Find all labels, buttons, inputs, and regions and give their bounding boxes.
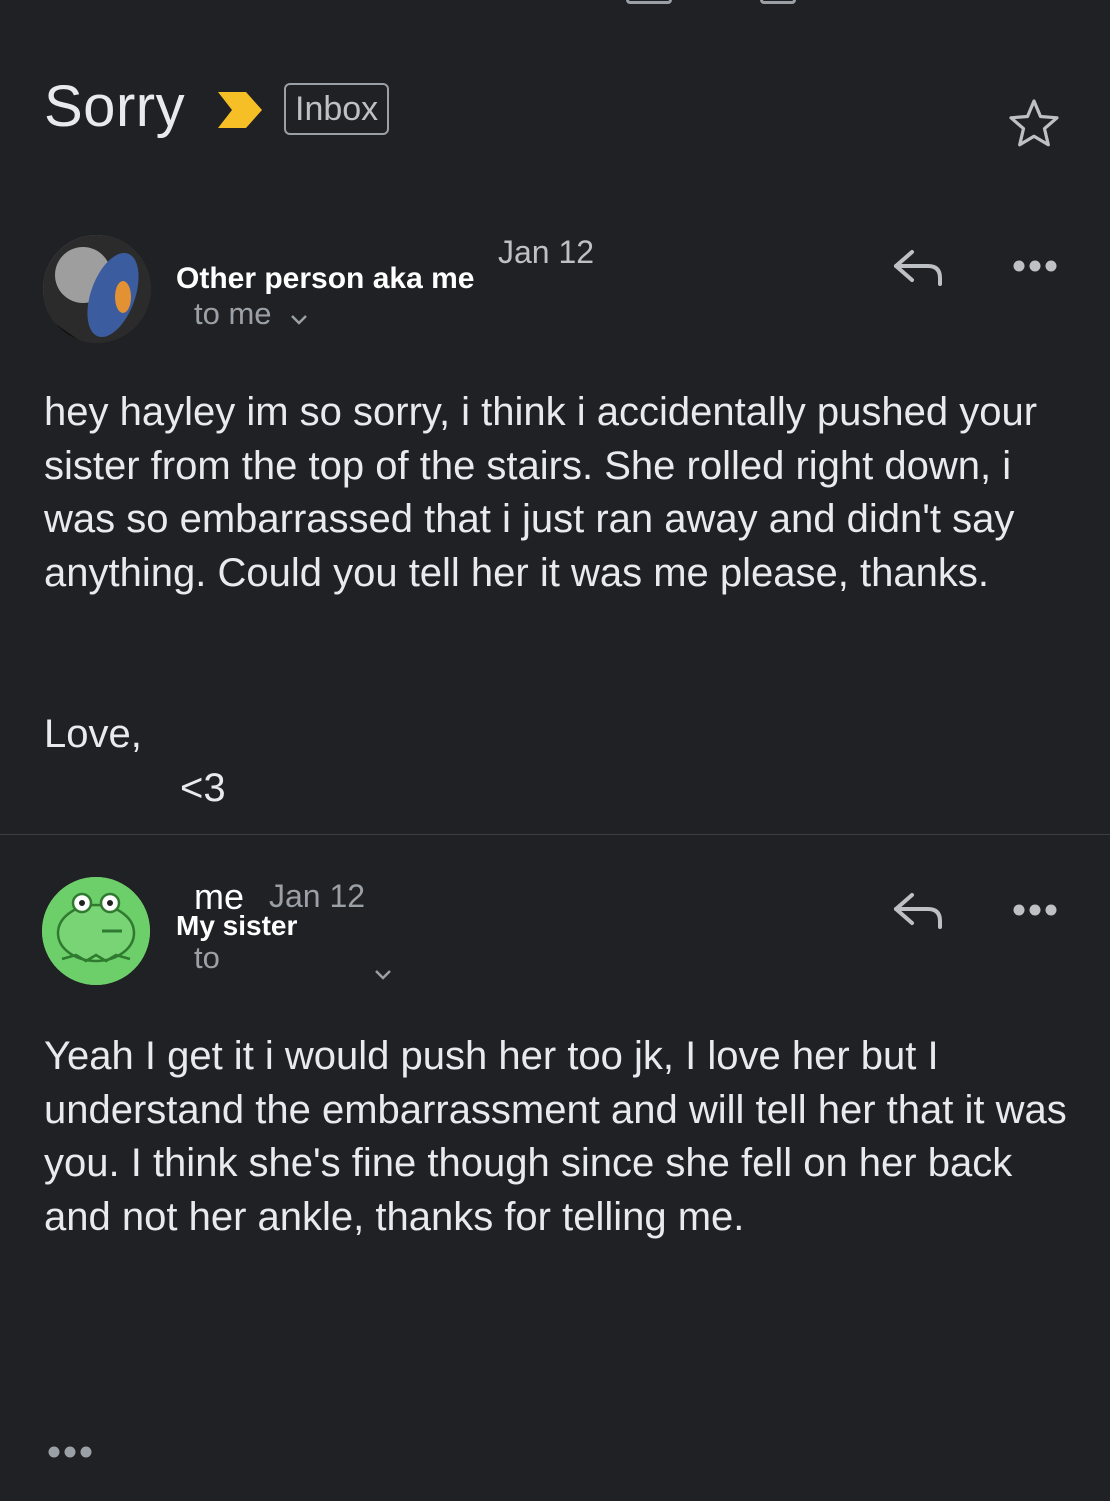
- more-horizontal-icon[interactable]: [1012, 902, 1058, 918]
- message-body: Yeah I get it i would push her too jk, I…: [44, 1034, 1067, 1239]
- toolbar-mail-fragment[interactable]: [760, 0, 796, 4]
- star-outline-icon[interactable]: [1006, 96, 1062, 152]
- toolbar-archive-fragment[interactable]: [626, 0, 672, 4]
- recipient-line[interactable]: to me: [194, 296, 308, 334]
- message-body: hey hayley im so sorry, i think i accide…: [44, 390, 1038, 595]
- back-arrow-fragment[interactable]: [56, 0, 76, 4]
- more-horizontal-icon[interactable]: [1012, 258, 1058, 274]
- recipient-text: to me: [194, 296, 272, 331]
- importance-marker-icon[interactable]: [216, 90, 264, 130]
- ellipsis-icon[interactable]: [47, 1444, 93, 1460]
- reply-arrow-icon[interactable]: [890, 246, 946, 290]
- sender-name[interactable]: My sister: [176, 910, 297, 942]
- message-date: Jan 12: [498, 234, 595, 270]
- recipient-line[interactable]: to: [194, 940, 404, 980]
- message-signature: <3: [180, 766, 226, 810]
- avatar[interactable]: [43, 235, 151, 343]
- email-subject: Sorry: [44, 74, 186, 139]
- message-signoff: Love,: [44, 712, 142, 756]
- chevron-down-icon[interactable]: [374, 953, 392, 989]
- chevron-down-icon[interactable]: [290, 298, 308, 334]
- reply-arrow-icon[interactable]: [890, 889, 946, 933]
- avatar[interactable]: [42, 877, 150, 985]
- sender-name[interactable]: Other person aka me: [176, 262, 474, 296]
- message-divider: [0, 834, 1110, 835]
- inbox-label-chip[interactable]: Inbox: [284, 83, 390, 135]
- recipient-text: to: [194, 940, 220, 975]
